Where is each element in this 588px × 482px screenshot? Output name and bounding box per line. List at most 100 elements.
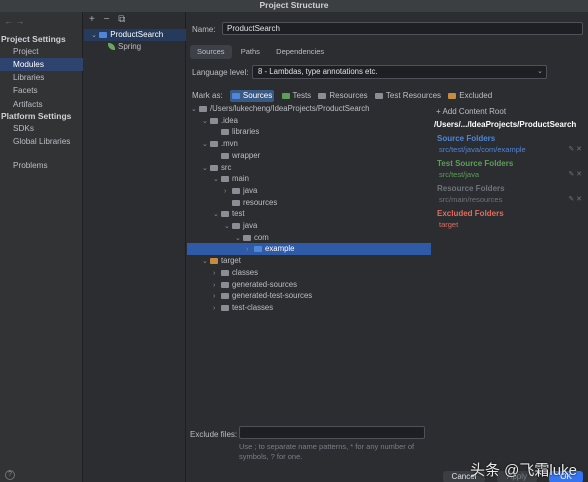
resource-folders-heading: Resource Folders: [437, 184, 505, 193]
folder-icon: [232, 223, 240, 229]
tree-node-label: example: [265, 244, 295, 254]
title-bar: Project Structure: [0, 0, 588, 12]
mark-sources-label: Sources: [242, 91, 273, 100]
exclude-files-input[interactable]: [239, 426, 425, 439]
module-label: ProductSearch: [110, 30, 164, 39]
tree-node[interactable]: wrapper: [187, 150, 431, 162]
add-module-icon[interactable]: +: [89, 14, 95, 25]
tree-node[interactable]: ⌄ com: [187, 232, 431, 244]
language-level-select[interactable]: 8 - Lambdas, type annotations etc. ⌄: [252, 65, 547, 79]
watermark: 头条 @飞霜luke: [470, 462, 577, 479]
tree-node-label: libraries: [232, 127, 260, 137]
mark-as-label: Mark as:: [192, 91, 223, 100]
tree-node-label: main: [232, 174, 249, 184]
tree-node[interactable]: › test-classes: [187, 302, 431, 314]
nav-item-global-libraries[interactable]: Global Libraries: [0, 135, 83, 148]
tree-node[interactable]: libraries: [187, 126, 431, 138]
module-item-productsearch[interactable]: ⌄ ProductSearch: [84, 29, 186, 41]
module-name-input[interactable]: ProductSearch: [222, 22, 583, 35]
tree-node-label: test-classes: [232, 302, 274, 312]
tree-node-label: generated-sources: [232, 279, 298, 289]
excluded-folders-heading: Excluded Folders: [437, 209, 504, 218]
folder-icon: [232, 187, 240, 194]
platform-settings-heading: Platform Settings: [1, 111, 72, 121]
language-level-value: 8 - Lambdas, type annotations etc.: [258, 67, 378, 76]
tree-node[interactable]: ⌄ src: [187, 162, 431, 174]
module-icon: [99, 32, 108, 38]
tree-node[interactable]: › java: [187, 185, 431, 197]
test-source-folder-path: src/test/java: [439, 170, 480, 179]
nav-item-sdks[interactable]: SDKs: [0, 122, 83, 135]
tree-node[interactable]: › example: [187, 243, 431, 256]
tree-node[interactable]: ⌄ main: [187, 173, 431, 185]
chevron-down-icon: ⌄: [537, 68, 543, 75]
chevron-right-icon[interactable]: ›: [213, 303, 221, 315]
tab-dependencies[interactable]: Dependencies: [269, 45, 331, 59]
mark-sources-button[interactable]: Sources: [229, 90, 275, 102]
tree-node[interactable]: ⌄ .mvn: [187, 138, 431, 150]
tree-node-label: src: [221, 162, 232, 172]
tree-node-label: /Users/lukecheng/IdeaProjects/ProductSea…: [210, 104, 370, 113]
folder-icon: [221, 211, 229, 218]
module-settings: Name: ProductSearch Sources Paths Depend…: [187, 12, 588, 482]
tree-node-label: java: [243, 185, 258, 195]
resource-folder-path: src/main/resources: [439, 195, 503, 204]
nav-item-modules[interactable]: Modules: [0, 58, 83, 71]
mark-excluded-button[interactable]: Excluded: [448, 90, 492, 102]
tree-node-label: generated-test-sources: [232, 291, 313, 301]
nav-arrows[interactable]: ← →: [4, 16, 25, 26]
folder-icon: [221, 176, 229, 183]
folder-icon: [210, 141, 218, 148]
mark-test-resources-button[interactable]: Test Resources: [374, 90, 442, 102]
module-item-spring[interactable]: Spring: [84, 41, 186, 53]
mark-excluded-label: Excluded: [459, 91, 493, 100]
edit-icon[interactable]: ✎ ✕: [568, 145, 582, 153]
nav-item-project[interactable]: Project: [0, 45, 83, 58]
exclude-files-hint: Use ; to separate name patterns, * for a…: [239, 442, 415, 461]
tab-paths[interactable]: Paths: [234, 45, 267, 59]
copy-module-icon[interactable]: ⧉: [118, 14, 125, 25]
tab-sources[interactable]: Sources: [190, 45, 232, 59]
tree-node-label: target: [221, 256, 241, 266]
mark-tests-label: Tests: [292, 91, 312, 100]
tree-node[interactable]: resources: [187, 197, 431, 209]
test-source-folders-heading: Test Source Folders: [437, 159, 514, 168]
folder-icon: [243, 234, 251, 241]
tree-node[interactable]: ⌄ test: [187, 208, 431, 220]
mark-resources-button[interactable]: Resources: [318, 90, 368, 102]
tree-node[interactable]: › generated-test-sources: [187, 290, 431, 302]
excluded-folder-path: target: [439, 220, 459, 229]
exclude-files-label: Exclude files:: [190, 430, 238, 439]
sources-folder-icon: [231, 93, 240, 99]
tests-folder-icon: [281, 93, 290, 99]
mark-tests-button[interactable]: Tests: [281, 90, 312, 102]
folder-icon: [221, 281, 229, 288]
tree-node-label: classes: [232, 267, 258, 277]
modules-toolbar: + − ⧉: [89, 14, 131, 25]
tree-node[interactable]: ⌄/Users/lukecheng/IdeaProjects/ProductSe…: [187, 103, 431, 115]
tree-node[interactable]: ⌄ java: [187, 220, 431, 232]
mark-test-resources-label: Test Resources: [385, 91, 442, 100]
folder-icon: [221, 152, 229, 159]
project-settings-heading: Project Settings: [1, 34, 66, 44]
tree-node[interactable]: › classes: [187, 267, 431, 279]
mark-resources-label: Resources: [329, 91, 368, 100]
language-level-label: Language level:: [192, 68, 249, 77]
tree-node-label: .mvn: [221, 139, 238, 149]
nav-item-artifacts[interactable]: Artifacts: [0, 98, 83, 111]
tree-node[interactable]: › generated-sources: [187, 279, 431, 291]
remove-module-icon[interactable]: −: [104, 14, 110, 25]
tree-node-label: wrapper: [232, 150, 261, 160]
content-root-path: /Users/.../IdeaProjects/ProductSearch: [434, 120, 577, 129]
folder-icon: [221, 304, 229, 311]
nav-item-problems[interactable]: Problems: [0, 159, 83, 172]
edit-icon[interactable]: ✎ ✕: [568, 170, 582, 178]
tree-node[interactable]: ⌄ .idea: [187, 115, 431, 127]
folder-icon: [221, 269, 229, 276]
nav-item-libraries[interactable]: Libraries: [0, 71, 83, 84]
facet-label: Spring: [118, 42, 142, 51]
edit-icon[interactable]: ✎ ✕: [568, 195, 582, 203]
tree-node[interactable]: ⌄ target: [187, 255, 431, 267]
add-content-root-button[interactable]: + Add Content Root: [436, 107, 506, 116]
nav-item-facets[interactable]: Facets: [0, 84, 83, 97]
